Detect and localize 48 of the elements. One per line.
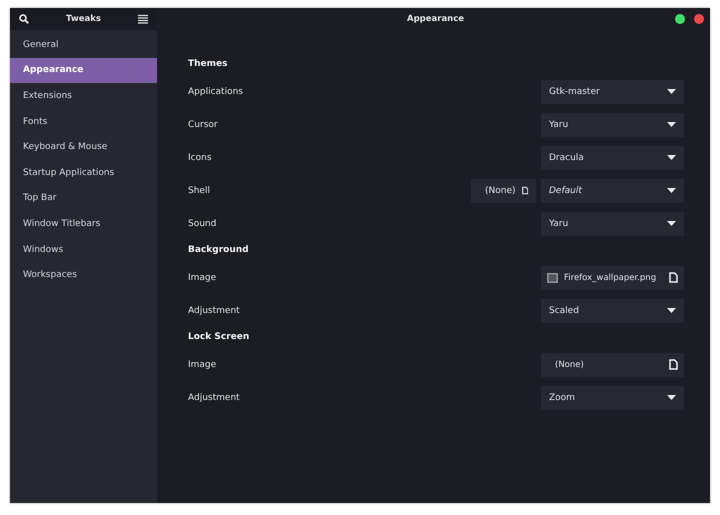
file-chooser[interactable]: (None) [541,352,684,376]
section-heading: Lock Screen [188,331,250,344]
window-title: Appearance [407,14,464,24]
setting-label: Icons [188,152,213,162]
dropdown[interactable]: Scaled [541,298,684,322]
sidebar-item[interactable]: Windows [10,236,157,262]
section-heading: Background [188,244,250,257]
document-icon [669,272,678,283]
caret-icon [667,221,676,226]
dropdown[interactable]: Dracula [541,146,684,170]
section-heading: Themes [188,58,228,71]
sidebar-item[interactable]: Appearance [10,58,157,84]
dropdown[interactable]: Yaru [541,212,684,236]
sidebar-item[interactable]: Extensions [10,83,157,109]
caret-icon [667,89,676,94]
sidebar-item[interactable]: Startup Applications [10,160,157,186]
setting-label: Shell [188,186,211,196]
sidebar-item[interactable]: Fonts [10,108,157,134]
sidebar-item[interactable]: General [10,32,157,58]
search-icon[interactable] [19,14,29,24]
setting-label: Image [188,360,218,370]
caret-icon [667,188,676,193]
dropdown[interactable]: Yaru [541,112,684,136]
dropdown[interactable]: Default [541,178,684,202]
setting-label: Adjustment [188,306,241,316]
dropdown[interactable]: Zoom [541,386,684,410]
sidebar-item[interactable]: Keyboard & Mouse [10,134,157,160]
caret-icon [667,122,676,127]
setting-label: Image [188,272,218,282]
file-button[interactable]: (None) [471,178,536,202]
setting-label: Applications [188,86,244,96]
file-chooser[interactable]: Firefox_wallpaper.png [541,266,684,290]
window-control[interactable] [675,14,685,24]
caret-icon [667,308,676,313]
caret-icon [667,155,676,160]
menu-icon[interactable] [138,14,148,24]
setting-label: Cursor [188,120,219,130]
dropdown[interactable]: Gtk-master [541,80,684,104]
sidebar-item[interactable]: Top Bar [10,186,157,212]
setting-label: Adjustment [188,392,241,402]
sidebar-item[interactable]: Workspaces [10,262,157,288]
sidebar-item[interactable]: Window Titlebars [10,211,157,237]
document-icon [669,359,678,370]
app-title: Tweaks [66,14,101,24]
document-icon [522,185,528,196]
caret-icon [667,395,676,400]
window-control[interactable] [694,14,704,24]
setting-label: Sound [188,218,218,228]
